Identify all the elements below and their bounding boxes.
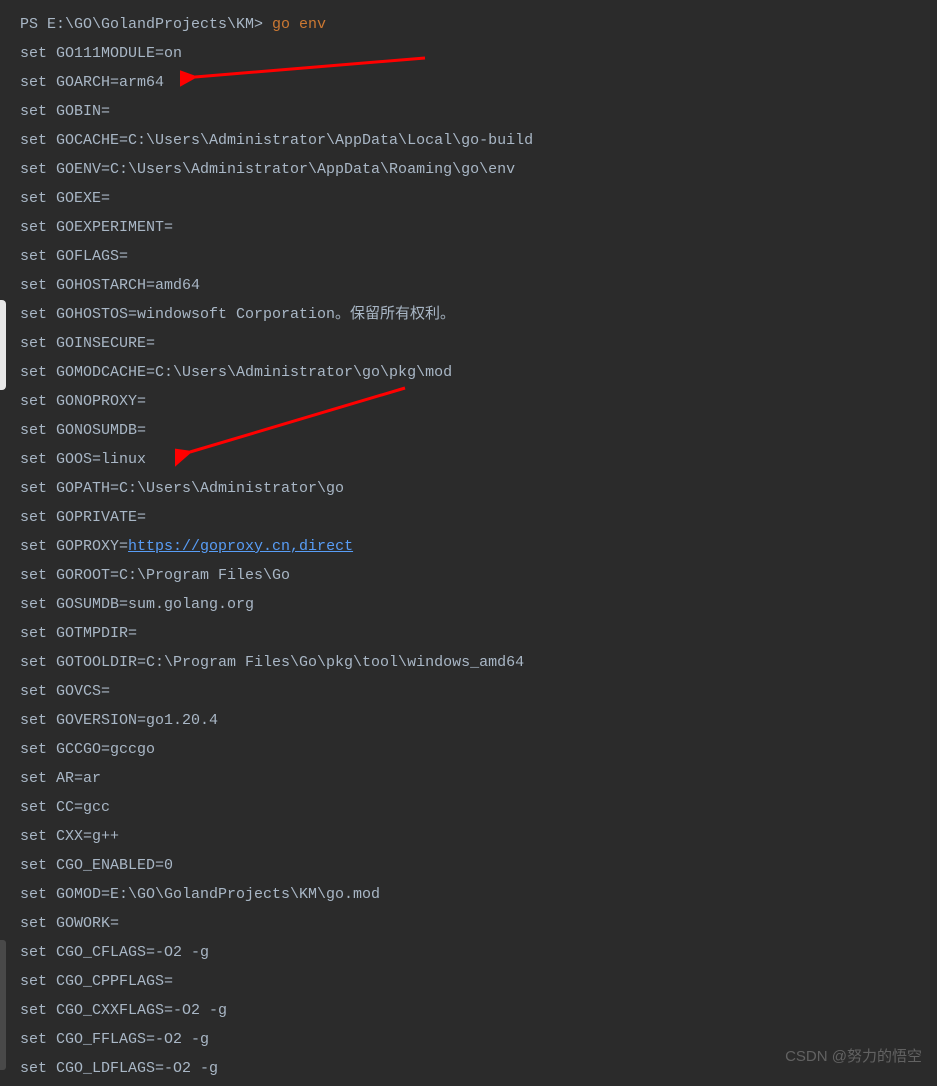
output-line: set CC=gcc	[20, 793, 937, 822]
output-line: set CGO_ENABLED=0	[20, 851, 937, 880]
output-line: set CGO_CXXFLAGS=-O2 -g	[20, 996, 937, 1025]
output-line: set CXX=g++	[20, 822, 937, 851]
output-line: set GO111MODULE=on	[20, 39, 937, 68]
output-line: set GOHOSTARCH=amd64	[20, 271, 937, 300]
prompt-line: PS E:\GO\GolandProjects\KM> go env	[20, 10, 937, 39]
output-line: set GOBIN=	[20, 97, 937, 126]
output-line: set GOPROXY=https://goproxy.cn,direct	[20, 532, 937, 561]
output-line: set GOPATH=C:\Users\Administrator\go	[20, 474, 937, 503]
output-line: set GOPRIVATE=	[20, 503, 937, 532]
output-line: set GOHOSTOS=windowsoft Corporation。保留所有…	[20, 300, 937, 329]
output-line: set GOWORK=	[20, 909, 937, 938]
output-line: set GOSUMDB=sum.golang.org	[20, 590, 937, 619]
output-line: set GOROOT=C:\Program Files\Go	[20, 561, 937, 590]
output-line: set GOFLAGS=	[20, 242, 937, 271]
output-line: set GOINSECURE=	[20, 329, 937, 358]
output-line: set CGO_CFLAGS=-O2 -g	[20, 938, 937, 967]
terminal-output[interactable]: PS E:\GO\GolandProjects\KM> go env set G…	[0, 0, 937, 1083]
output-line: set GOARCH=arm64	[20, 68, 937, 97]
output-line: set GONOSUMDB=	[20, 416, 937, 445]
output-line: set GOCACHE=C:\Users\Administrator\AppDa…	[20, 126, 937, 155]
output-line: set GCCGO=gccgo	[20, 735, 937, 764]
output-line: set GOOS=linux	[20, 445, 937, 474]
output-line: set GOENV=C:\Users\Administrator\AppData…	[20, 155, 937, 184]
output-line: set GOMODCACHE=C:\Users\Administrator\go…	[20, 358, 937, 387]
goproxy-url[interactable]: https://goproxy.cn,direct	[128, 538, 353, 555]
output-line: set GOTOOLDIR=C:\Program Files\Go\pkg\to…	[20, 648, 937, 677]
output-line: set AR=ar	[20, 764, 937, 793]
output-line: set GOEXE=	[20, 184, 937, 213]
output-line: set GOMOD=E:\GO\GolandProjects\KM\go.mod	[20, 880, 937, 909]
output-line: set GOEXPERIMENT=	[20, 213, 937, 242]
output-line: set GOVCS=	[20, 677, 937, 706]
output-line: set GONOPROXY=	[20, 387, 937, 416]
command: go env	[272, 16, 326, 33]
output-line: set GOTMPDIR=	[20, 619, 937, 648]
output-line: set CGO_CPPFLAGS=	[20, 967, 937, 996]
output-line: set GOVERSION=go1.20.4	[20, 706, 937, 735]
watermark: CSDN @努力的悟空	[785, 1042, 922, 1071]
prompt-prefix: PS E:\GO\GolandProjects\KM>	[20, 16, 272, 33]
